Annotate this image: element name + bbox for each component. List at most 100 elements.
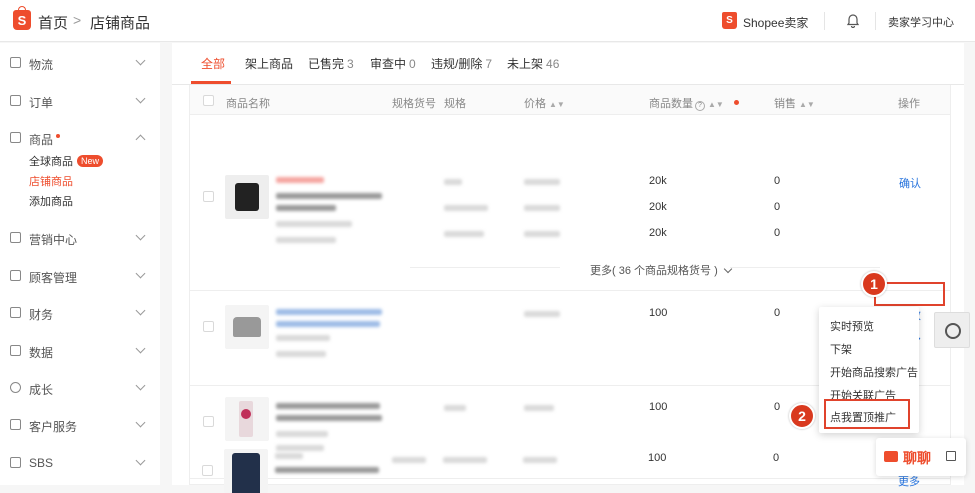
chevron-down-icon bbox=[135, 55, 146, 66]
box-icon bbox=[10, 132, 21, 143]
blurred-price bbox=[524, 405, 554, 411]
help-icon[interactable]: ? bbox=[695, 101, 705, 111]
menu-item-delist[interactable]: 下架 bbox=[830, 341, 852, 357]
menu-item-live-preview[interactable]: 实时预览 bbox=[830, 318, 874, 334]
chat-label: 聊聊 bbox=[903, 450, 931, 466]
step-badge: 2 bbox=[789, 403, 815, 429]
confirm-link[interactable]: 确认 bbox=[899, 175, 921, 191]
product-thumbnail[interactable] bbox=[225, 175, 269, 219]
row-checkbox[interactable] bbox=[202, 465, 213, 476]
bell-icon[interactable] bbox=[846, 13, 860, 28]
new-badge: New bbox=[77, 155, 104, 167]
sidebar-item-label: 客户服务 bbox=[29, 420, 78, 434]
warehouse-icon bbox=[10, 457, 21, 468]
sales-value: 0 bbox=[773, 452, 780, 464]
sales-value: 0 bbox=[774, 401, 781, 413]
chevron-up-icon bbox=[135, 134, 146, 145]
tab-sold-out[interactable]: 已售完 3 bbox=[308, 55, 354, 72]
sidebar-item-customer-service[interactable]: 客户服务 bbox=[0, 416, 160, 436]
table-header: 商品名称 规格货号 规格 价格 ▲▼ 商品数量? ▲▼ 销售 ▲▼ 操作 bbox=[190, 85, 950, 115]
product-image bbox=[239, 401, 253, 437]
sidebar-item-label: 物流 bbox=[29, 58, 54, 72]
select-all-checkbox[interactable] bbox=[203, 95, 214, 106]
row-divider bbox=[190, 290, 950, 291]
sidebar-item-growth[interactable]: 成长 bbox=[0, 379, 160, 399]
sales-value: 0 bbox=[774, 175, 781, 187]
expand-icon[interactable] bbox=[946, 451, 956, 461]
chevron-down-icon bbox=[135, 417, 146, 428]
top-bar: S 首页 > 店铺商品 S Shopee卖家 卖家学习中心 bbox=[0, 0, 975, 42]
sidebar-item-logistics[interactable]: 物流 bbox=[0, 54, 160, 74]
blurred-stats bbox=[276, 445, 324, 451]
product-thumbnail[interactable] bbox=[225, 397, 269, 441]
sidebar-item-products[interactable]: 商品 bbox=[0, 129, 160, 149]
learning-center-link[interactable]: 卖家学习中心 bbox=[888, 14, 954, 30]
breadcrumb-separator: > bbox=[73, 12, 82, 28]
blurred-sku bbox=[276, 335, 330, 341]
blurred-variation bbox=[443, 457, 487, 463]
chat-widget[interactable]: 聊聊 bbox=[876, 438, 966, 476]
tab-all[interactable]: 全部 bbox=[201, 55, 225, 72]
menu-item-search-ads[interactable]: 开始商品搜索广告 bbox=[830, 364, 918, 380]
medal-icon bbox=[10, 382, 21, 393]
sidebar-item-label: 营销中心 bbox=[29, 233, 78, 247]
clipboard-icon bbox=[10, 95, 21, 106]
divider bbox=[410, 267, 560, 268]
row-checkbox[interactable] bbox=[203, 416, 214, 427]
product-thumbnail[interactable] bbox=[224, 449, 268, 493]
column-header: 规格 bbox=[444, 98, 466, 110]
sidebar: 物流 订单 商品 全球商品 New 店铺商品 添加商品 营销中心 顾客管理 财务 … bbox=[0, 43, 160, 485]
divider bbox=[875, 12, 876, 30]
row-checkbox[interactable] bbox=[203, 321, 214, 332]
floating-help-button[interactable] bbox=[934, 312, 970, 348]
row-checkbox[interactable] bbox=[203, 191, 214, 202]
sidebar-sub-global-products[interactable]: 全球商品 New bbox=[29, 153, 104, 169]
blurred-price bbox=[524, 179, 560, 185]
more-variants-link[interactable]: 更多( 36 个商品规格货号 ) bbox=[590, 262, 733, 278]
quantity-value: 20k bbox=[649, 201, 667, 213]
breadcrumb-current: 店铺商品 bbox=[90, 15, 151, 32]
blurred-product-name bbox=[276, 415, 382, 421]
blurred-variation bbox=[444, 205, 488, 211]
quantity-value: 100 bbox=[649, 307, 668, 319]
blurred-price bbox=[524, 231, 560, 237]
column-header-price[interactable]: 价格 ▲▼ bbox=[524, 95, 565, 111]
quantity-value: 20k bbox=[649, 175, 667, 187]
column-header: 商品名称 bbox=[226, 98, 270, 110]
sidebar-item-orders[interactable]: 订单 bbox=[0, 92, 160, 112]
sidebar-item-data[interactable]: 数据 bbox=[0, 342, 160, 362]
blurred-variation bbox=[444, 405, 466, 411]
step-badge: 1 bbox=[861, 271, 887, 297]
product-thumbnail[interactable] bbox=[225, 305, 269, 349]
divider bbox=[730, 267, 880, 268]
shopee-small-logo-icon: S bbox=[722, 12, 737, 29]
blurred-product-name bbox=[276, 193, 382, 199]
tab-live[interactable]: 架上商品 bbox=[245, 55, 293, 72]
chevron-down-icon bbox=[135, 268, 146, 279]
sidebar-item-label: 财务 bbox=[29, 308, 54, 322]
sidebar-item-customers[interactable]: 顾客管理 bbox=[0, 267, 160, 287]
chart-icon bbox=[10, 345, 21, 356]
sales-value: 0 bbox=[774, 307, 781, 319]
blurred-price bbox=[524, 205, 560, 211]
sidebar-item-marketing[interactable]: 营销中心 bbox=[0, 229, 160, 249]
column-header-quantity[interactable]: 商品数量? ▲▼ bbox=[649, 95, 739, 111]
blurred-stats bbox=[276, 237, 336, 243]
quantity-value: 100 bbox=[648, 452, 667, 464]
blurred-product-name bbox=[276, 403, 380, 409]
sidebar-sub-add-product[interactable]: 添加商品 bbox=[29, 193, 73, 209]
tab-violation[interactable]: 违规/删除 7 bbox=[431, 55, 492, 72]
sidebar-item-label: 成长 bbox=[29, 383, 54, 397]
blurred-product-name bbox=[275, 467, 379, 473]
chevron-down-icon bbox=[135, 305, 146, 316]
product-image bbox=[235, 183, 259, 211]
tab-reviewing[interactable]: 审查中 0 bbox=[370, 55, 416, 72]
chevron-down-icon bbox=[135, 93, 146, 104]
column-header-sales[interactable]: 销售 ▲▼ bbox=[774, 95, 815, 111]
breadcrumb-home[interactable]: 首页 bbox=[38, 12, 68, 33]
sidebar-item-finance[interactable]: 财务 bbox=[0, 304, 160, 324]
sidebar-item-sbs[interactable]: SBS bbox=[0, 454, 160, 474]
tab-unlisted[interactable]: 未上架 46 bbox=[507, 55, 559, 72]
sidebar-sub-shop-products[interactable]: 店铺商品 bbox=[29, 173, 73, 189]
shopee-logo-icon[interactable]: S bbox=[13, 6, 31, 30]
